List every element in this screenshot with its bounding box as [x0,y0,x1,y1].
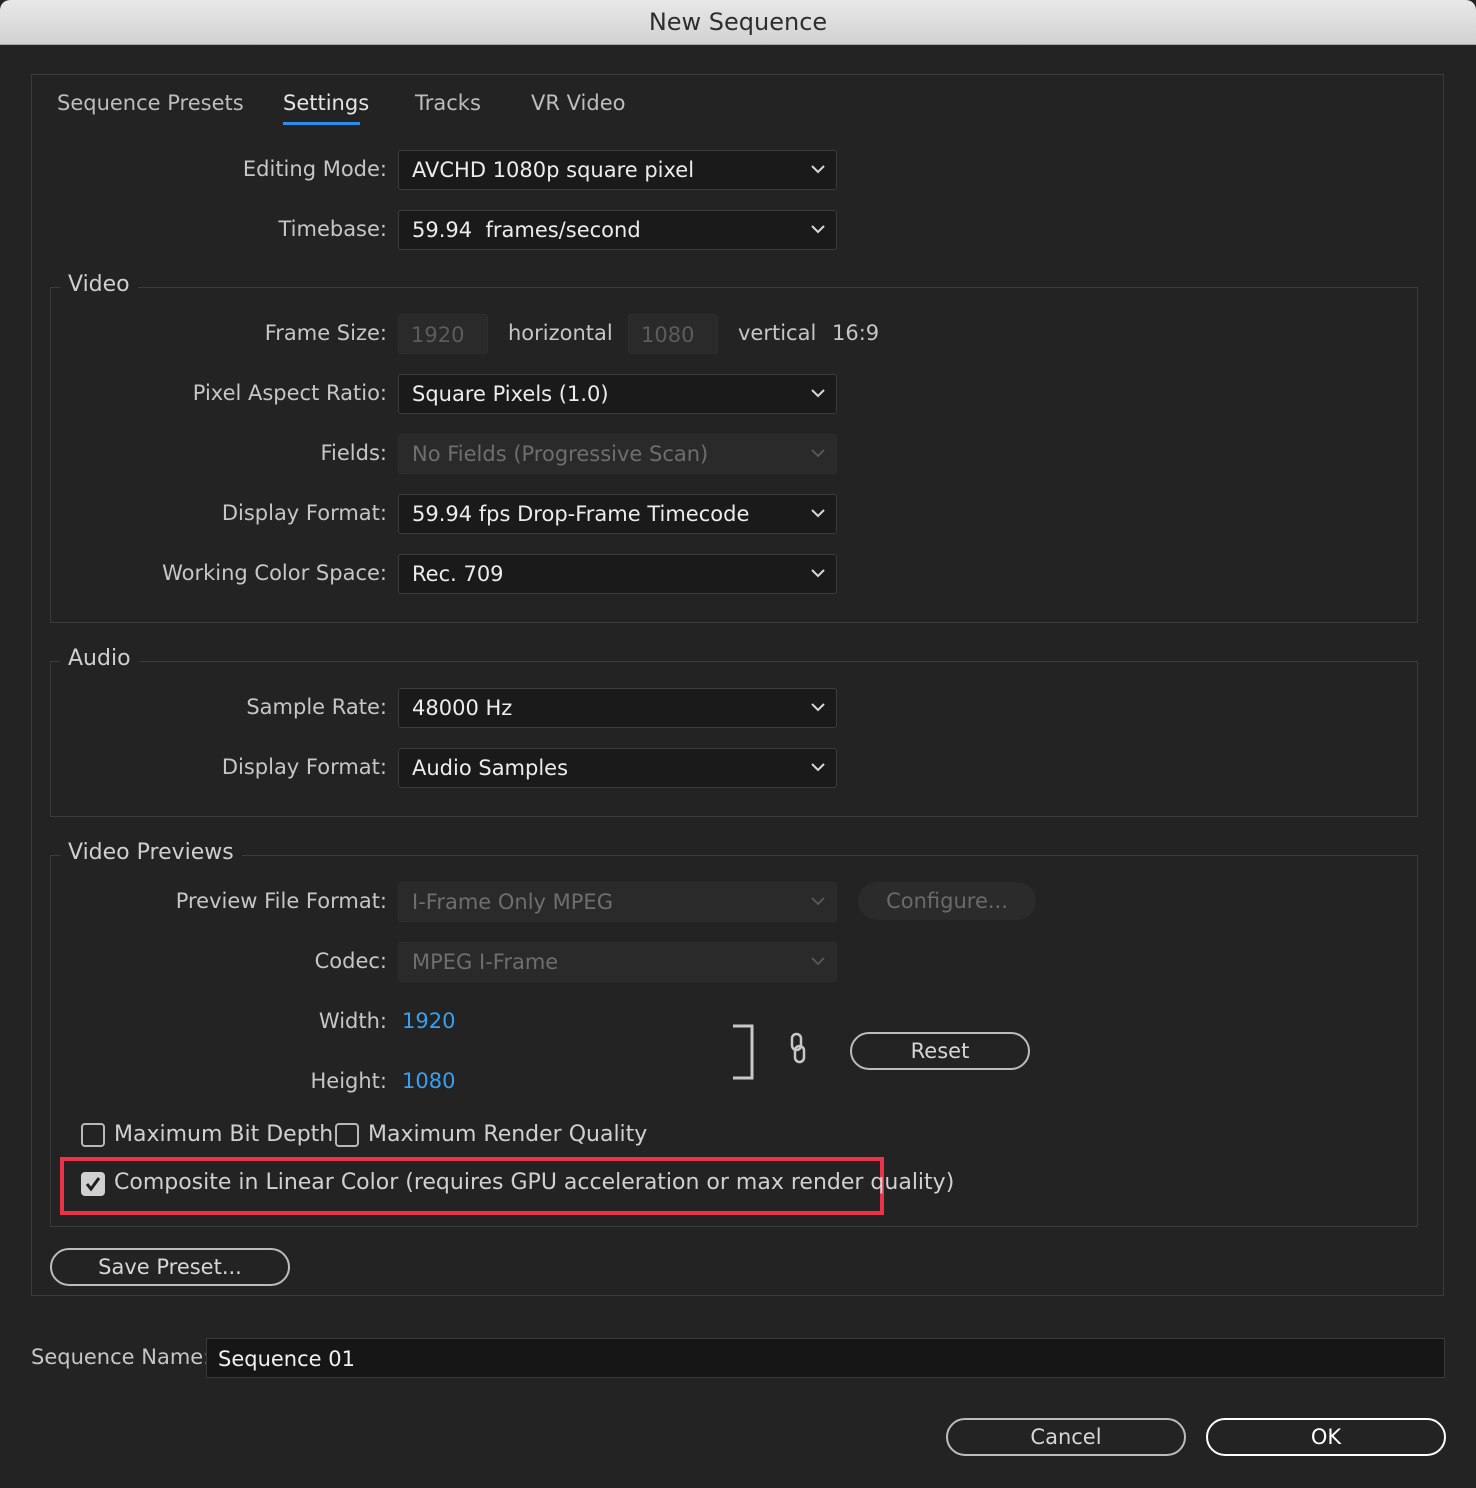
working-color-space-dropdown[interactable]: Rec. 709 [398,554,837,594]
chevron-down-icon [811,225,825,234]
chevron-down-icon [811,509,825,518]
audio-display-format-value: Audio Samples [412,756,569,780]
audio-display-format-dropdown[interactable]: Audio Samples [398,748,837,788]
window-title: New Sequence [648,8,828,36]
frame-size-label: Frame Size: [264,321,387,345]
timebase-value: 59.94 frames/second [412,218,641,242]
video-display-format-value: 59.94 fps Drop-Frame Timecode [412,502,750,526]
sample-rate-label: Sample Rate: [246,695,387,719]
working-color-space-label: Working Color Space: [162,561,387,585]
codec-value: MPEG I-Frame [412,950,559,974]
codec-dropdown: MPEG I-Frame [398,942,837,982]
max-bit-depth-label: Maximum Bit Depth [114,1122,334,1147]
working-color-space-value: Rec. 709 [412,562,504,586]
vertical-label: vertical [738,321,817,345]
pixel-aspect-ratio-value: Square Pixels (1.0) [412,382,609,406]
fields-label: Fields: [320,441,388,465]
sample-rate-value: 48000 Hz [412,696,513,720]
chevron-down-icon [811,449,825,458]
fields-dropdown: No Fields (Progressive Scan) [398,434,837,474]
width-label: Width: [318,1009,387,1033]
save-preset-button[interactable]: Save Preset... [50,1248,290,1286]
title-bar[interactable]: New Sequence [0,0,1476,45]
tab-sequence-presets[interactable]: Sequence Presets [57,91,244,115]
audio-display-format-label: Display Format: [221,755,387,779]
tab-tracks[interactable]: Tracks [415,91,481,115]
frame-width-field: 1920 [398,314,488,354]
link-bracket-icon [733,1024,754,1080]
tab-settings[interactable]: Settings [283,91,369,115]
audio-group-title: Audio [60,646,139,671]
chevron-down-icon [811,389,825,398]
chain-link-icon[interactable] [788,1032,808,1066]
reset-button[interactable]: Reset [850,1032,1030,1070]
video-display-format-label: Display Format: [221,501,387,525]
checkmark-icon [85,1177,101,1192]
tab-vr-video[interactable]: VR Video [531,91,625,115]
horizontal-label: horizontal [508,321,613,345]
pixel-aspect-ratio-label: Pixel Aspect Ratio: [192,381,387,405]
fields-value: No Fields (Progressive Scan) [412,442,709,466]
sequence-name-input[interactable]: Sequence 01 [206,1338,1445,1378]
preview-width-value[interactable]: 1920 [402,1009,455,1033]
height-label: Height: [310,1069,388,1093]
preview-file-format-value: I-Frame Only MPEG [412,890,613,914]
active-tab-indicator [283,122,360,125]
editing-mode-label: Editing Mode: [242,157,387,181]
new-sequence-dialog: New Sequence Sequence Presets Settings T… [0,0,1476,1488]
ok-button[interactable]: OK [1206,1418,1446,1456]
max-bit-depth-checkbox[interactable] [81,1123,105,1147]
composite-linear-checkbox[interactable] [81,1172,105,1196]
editing-mode-dropdown[interactable]: AVCHD 1080p square pixel [398,150,837,190]
video-group-title: Video [60,272,138,297]
frame-height-field: 1080 [628,314,718,354]
chevron-down-icon [811,703,825,712]
chevron-down-icon [811,569,825,578]
chevron-down-icon [811,897,825,906]
preview-file-format-dropdown: I-Frame Only MPEG [398,882,837,922]
preview-file-format-label: Preview File Format: [175,889,387,913]
max-render-quality-checkbox[interactable] [335,1123,359,1147]
max-render-quality-label: Maximum Render Quality [368,1122,648,1147]
pixel-aspect-ratio-dropdown[interactable]: Square Pixels (1.0) [398,374,837,414]
sequence-name-value: Sequence 01 [218,1347,355,1371]
editing-mode-value: AVCHD 1080p square pixel [412,158,695,182]
timebase-dropdown[interactable]: 59.94 frames/second [398,210,837,250]
composite-linear-label: Composite in Linear Color (requires GPU … [114,1170,955,1195]
cancel-button[interactable]: Cancel [946,1418,1186,1456]
video-previews-group-title: Video Previews [60,840,242,865]
chevron-down-icon [811,957,825,966]
timebase-label: Timebase: [278,217,387,241]
chevron-down-icon [811,165,825,174]
sequence-name-label: Sequence Name: [31,1345,211,1369]
audio-group [50,661,1418,817]
aspect-ratio-readout: 16:9 [832,321,880,345]
codec-label: Codec: [314,949,387,973]
sample-rate-dropdown[interactable]: 48000 Hz [398,688,837,728]
preview-height-value[interactable]: 1080 [402,1069,455,1093]
configure-button: Configure... [858,882,1036,920]
chevron-down-icon [811,763,825,772]
video-display-format-dropdown[interactable]: 59.94 fps Drop-Frame Timecode [398,494,837,534]
